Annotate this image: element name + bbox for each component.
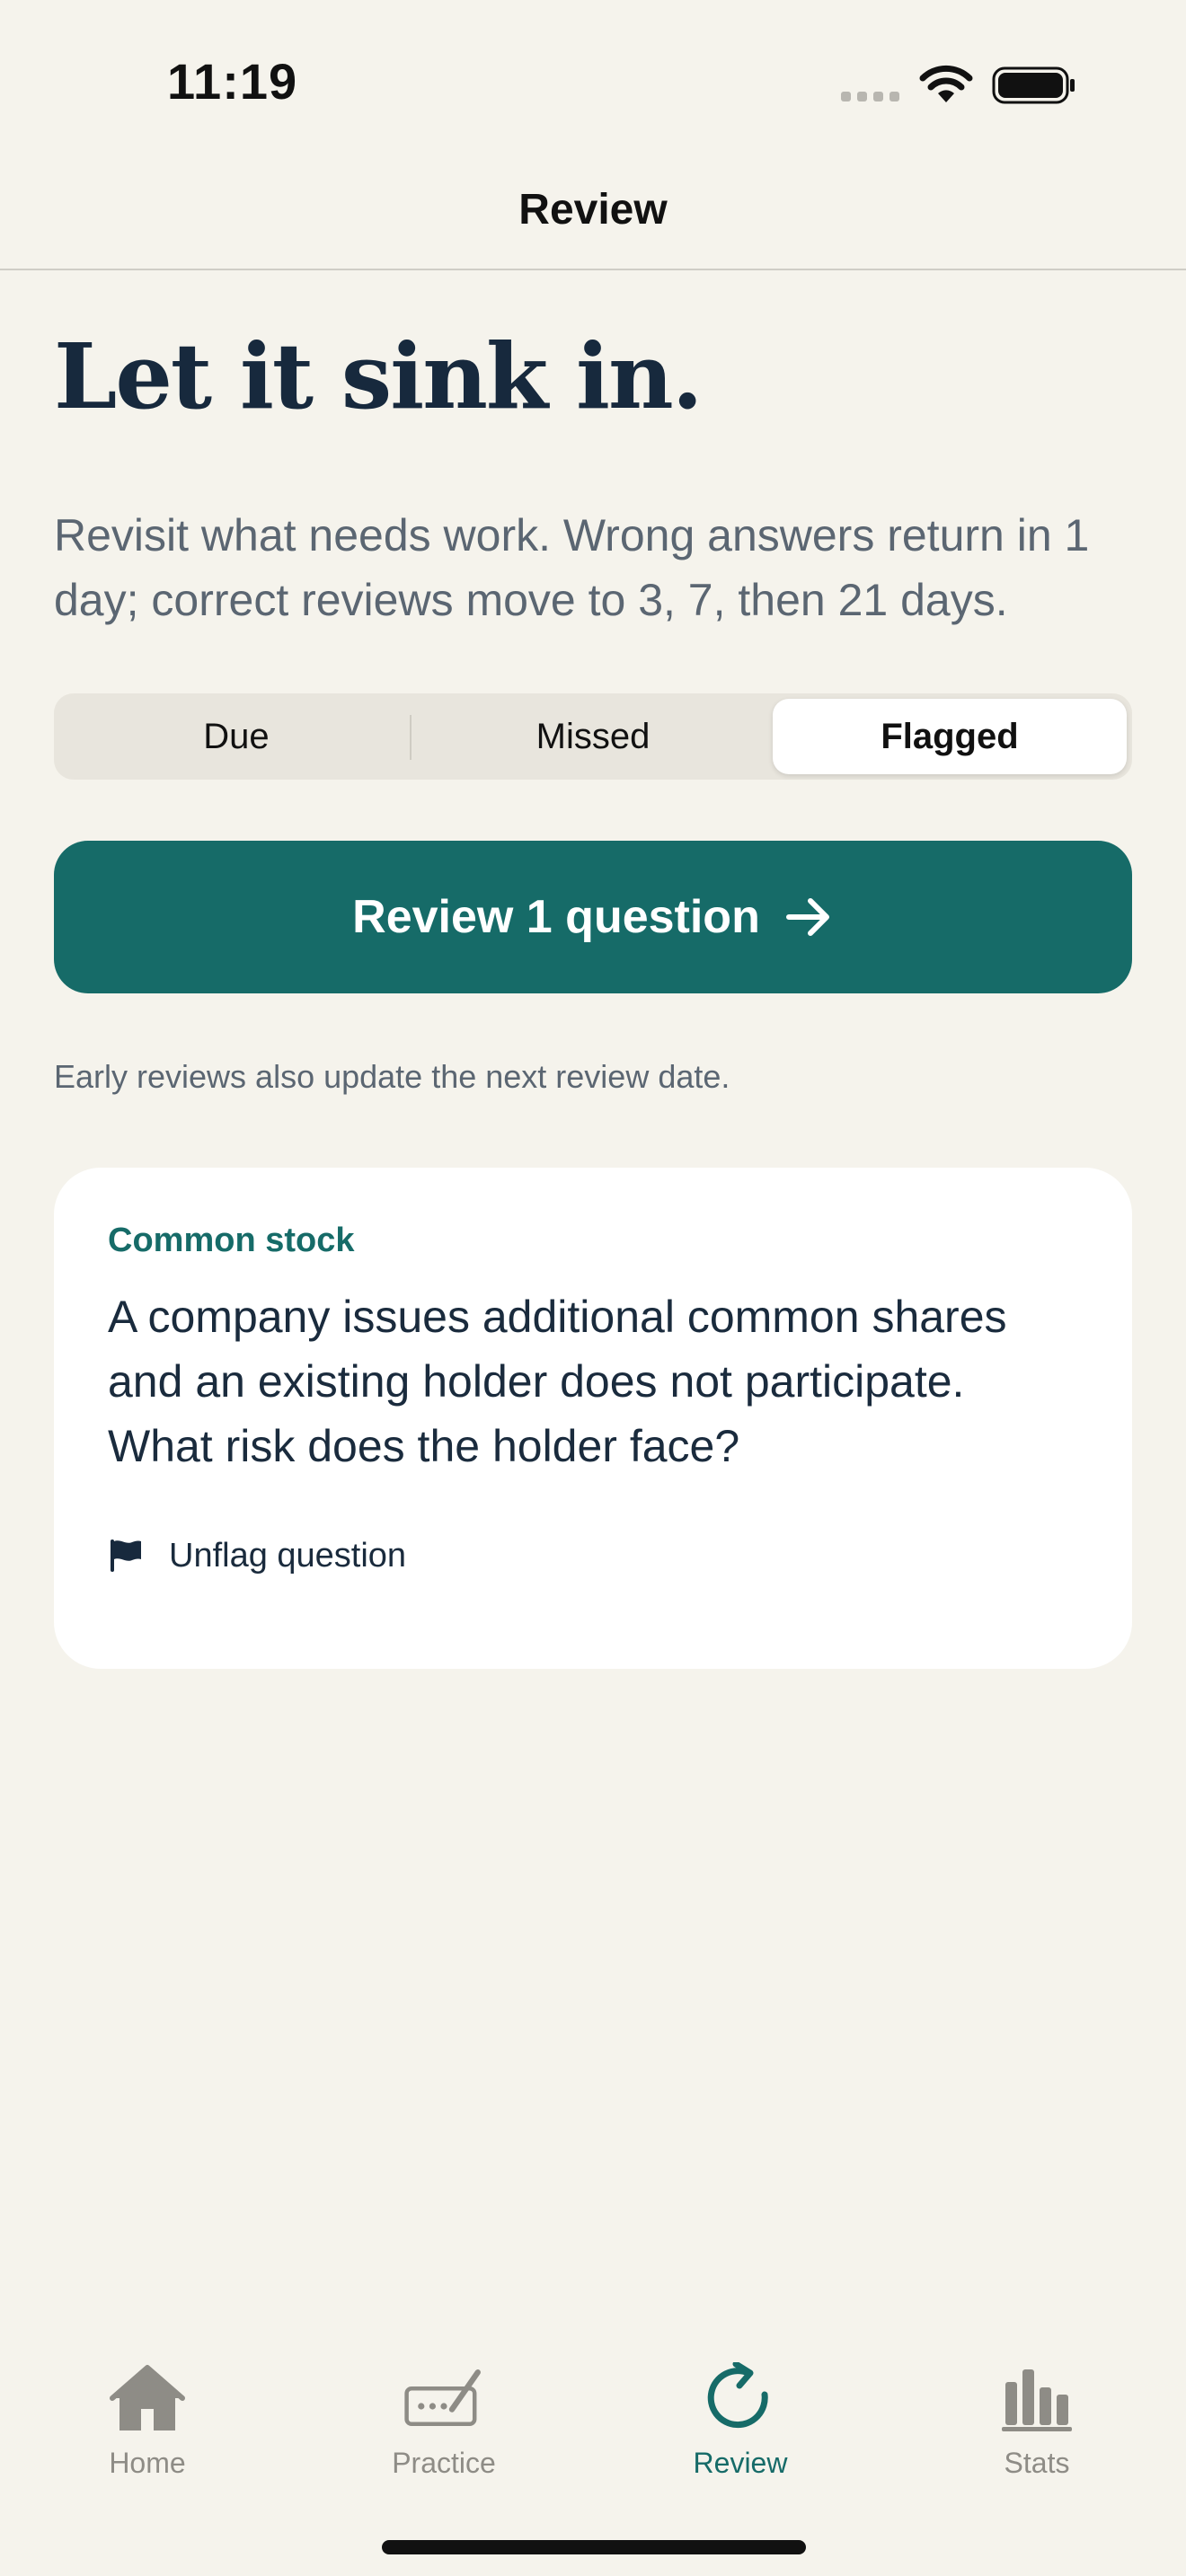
flag-icon	[111, 1539, 141, 1572]
tab-label-home: Home	[109, 2447, 186, 2479]
tab-label-review: Review	[693, 2447, 788, 2479]
review-button-label: Review 1 question	[352, 891, 760, 943]
flagged-question-card[interactable]: Common stock A company issues additional…	[54, 1168, 1132, 1669]
unflag-label: Unflag question	[169, 1536, 407, 1575]
review-screen: 11:19 Review Let it sink in. Revisit wha…	[0, 0, 1186, 2576]
tab-home[interactable]: Home	[58, 2362, 237, 2497]
review-filter-segmented-control: Due Missed Flagged	[54, 693, 1132, 780]
helper-text: Early reviews also update the next revie…	[54, 1058, 730, 1095]
segment-flagged[interactable]: Flagged	[773, 699, 1127, 774]
hero-subtitle: Revisit what needs work. Wrong answers r…	[54, 510, 1090, 625]
tab-stats[interactable]: Stats	[947, 2362, 1127, 2497]
battery-icon	[992, 66, 1075, 104]
tab-practice[interactable]: Practice	[354, 2362, 534, 2497]
page-title: Review	[518, 186, 668, 234]
tab-label-stats: Stats	[1004, 2447, 1070, 2479]
arrow-right-icon	[785, 898, 829, 936]
question-text: A company issues additional common share…	[108, 1292, 1007, 1471]
tab-label-practice: Practice	[392, 2447, 496, 2479]
question-category: Common stock	[108, 1222, 355, 1259]
pencil-pad-icon	[404, 2369, 481, 2427]
cellular-signal-icon	[841, 88, 900, 102]
tab-review[interactable]: Review	[651, 2362, 830, 2497]
segment-divider	[410, 715, 412, 760]
status-time: 11:19	[167, 53, 298, 110]
unflag-question-button[interactable]: Unflag question	[108, 1531, 406, 1581]
status-bar: 11:19	[0, 0, 1186, 153]
home-indicator[interactable]	[382, 2540, 806, 2554]
hero-title: Let it sink in.	[54, 323, 704, 429]
segment-missed[interactable]: Missed	[416, 699, 770, 774]
bar-chart-icon	[1002, 2369, 1072, 2431]
segment-due[interactable]: Due	[59, 699, 413, 774]
navigation-header: Review	[0, 153, 1186, 270]
review-questions-button[interactable]: Review 1 question	[54, 841, 1132, 993]
refresh-icon	[707, 2362, 768, 2429]
wifi-icon	[919, 65, 973, 102]
house-icon	[110, 2365, 185, 2430]
